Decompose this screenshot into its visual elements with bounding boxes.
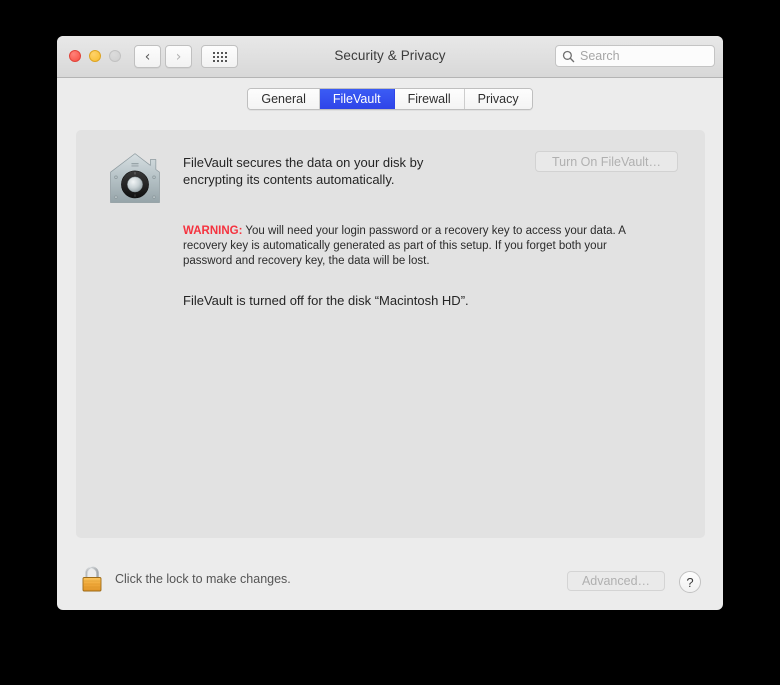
warning-label: WARNING: — [183, 225, 243, 237]
window-titlebar: ‹ › Security & Privacy — [57, 36, 723, 78]
search-field[interactable] — [555, 45, 715, 67]
tabbar-container: General FileVault Firewall Privacy — [57, 78, 723, 120]
filevault-content-panel: FileVault secures the data on your disk … — [76, 130, 705, 538]
lock-label: Click the lock to make changes. — [115, 572, 291, 586]
search-input[interactable] — [580, 49, 705, 63]
filevault-description: FileVault secures the data on your disk … — [183, 155, 424, 187]
filevault-warning-text: WARNING: You will need your login passwo… — [183, 224, 641, 269]
warning-body: You will need your login password or a r… — [183, 225, 626, 267]
tab-firewall[interactable]: Firewall — [394, 89, 465, 109]
search-icon — [562, 50, 575, 62]
help-button[interactable]: ? — [679, 571, 701, 593]
filevault-safe-icon — [110, 153, 160, 203]
tab-privacy[interactable]: Privacy — [464, 89, 532, 109]
tab-filevault[interactable]: FileVault — [319, 89, 395, 109]
lock-closed-icon[interactable] — [80, 564, 104, 594]
advanced-button[interactable]: Advanced… — [567, 571, 665, 591]
tabbar: General FileVault Firewall Privacy — [247, 88, 533, 110]
filevault-status-text: FileVault is turned off for the disk “Ma… — [183, 293, 469, 308]
system-preferences-window: ‹ › Security & Privacy General F — [57, 36, 723, 610]
question-mark-icon: ? — [686, 574, 694, 590]
tab-general[interactable]: General — [248, 89, 320, 109]
lock-row[interactable]: Click the lock to make changes. — [80, 564, 291, 594]
turn-on-filevault-button[interactable]: Turn On FileVault… — [535, 151, 678, 172]
